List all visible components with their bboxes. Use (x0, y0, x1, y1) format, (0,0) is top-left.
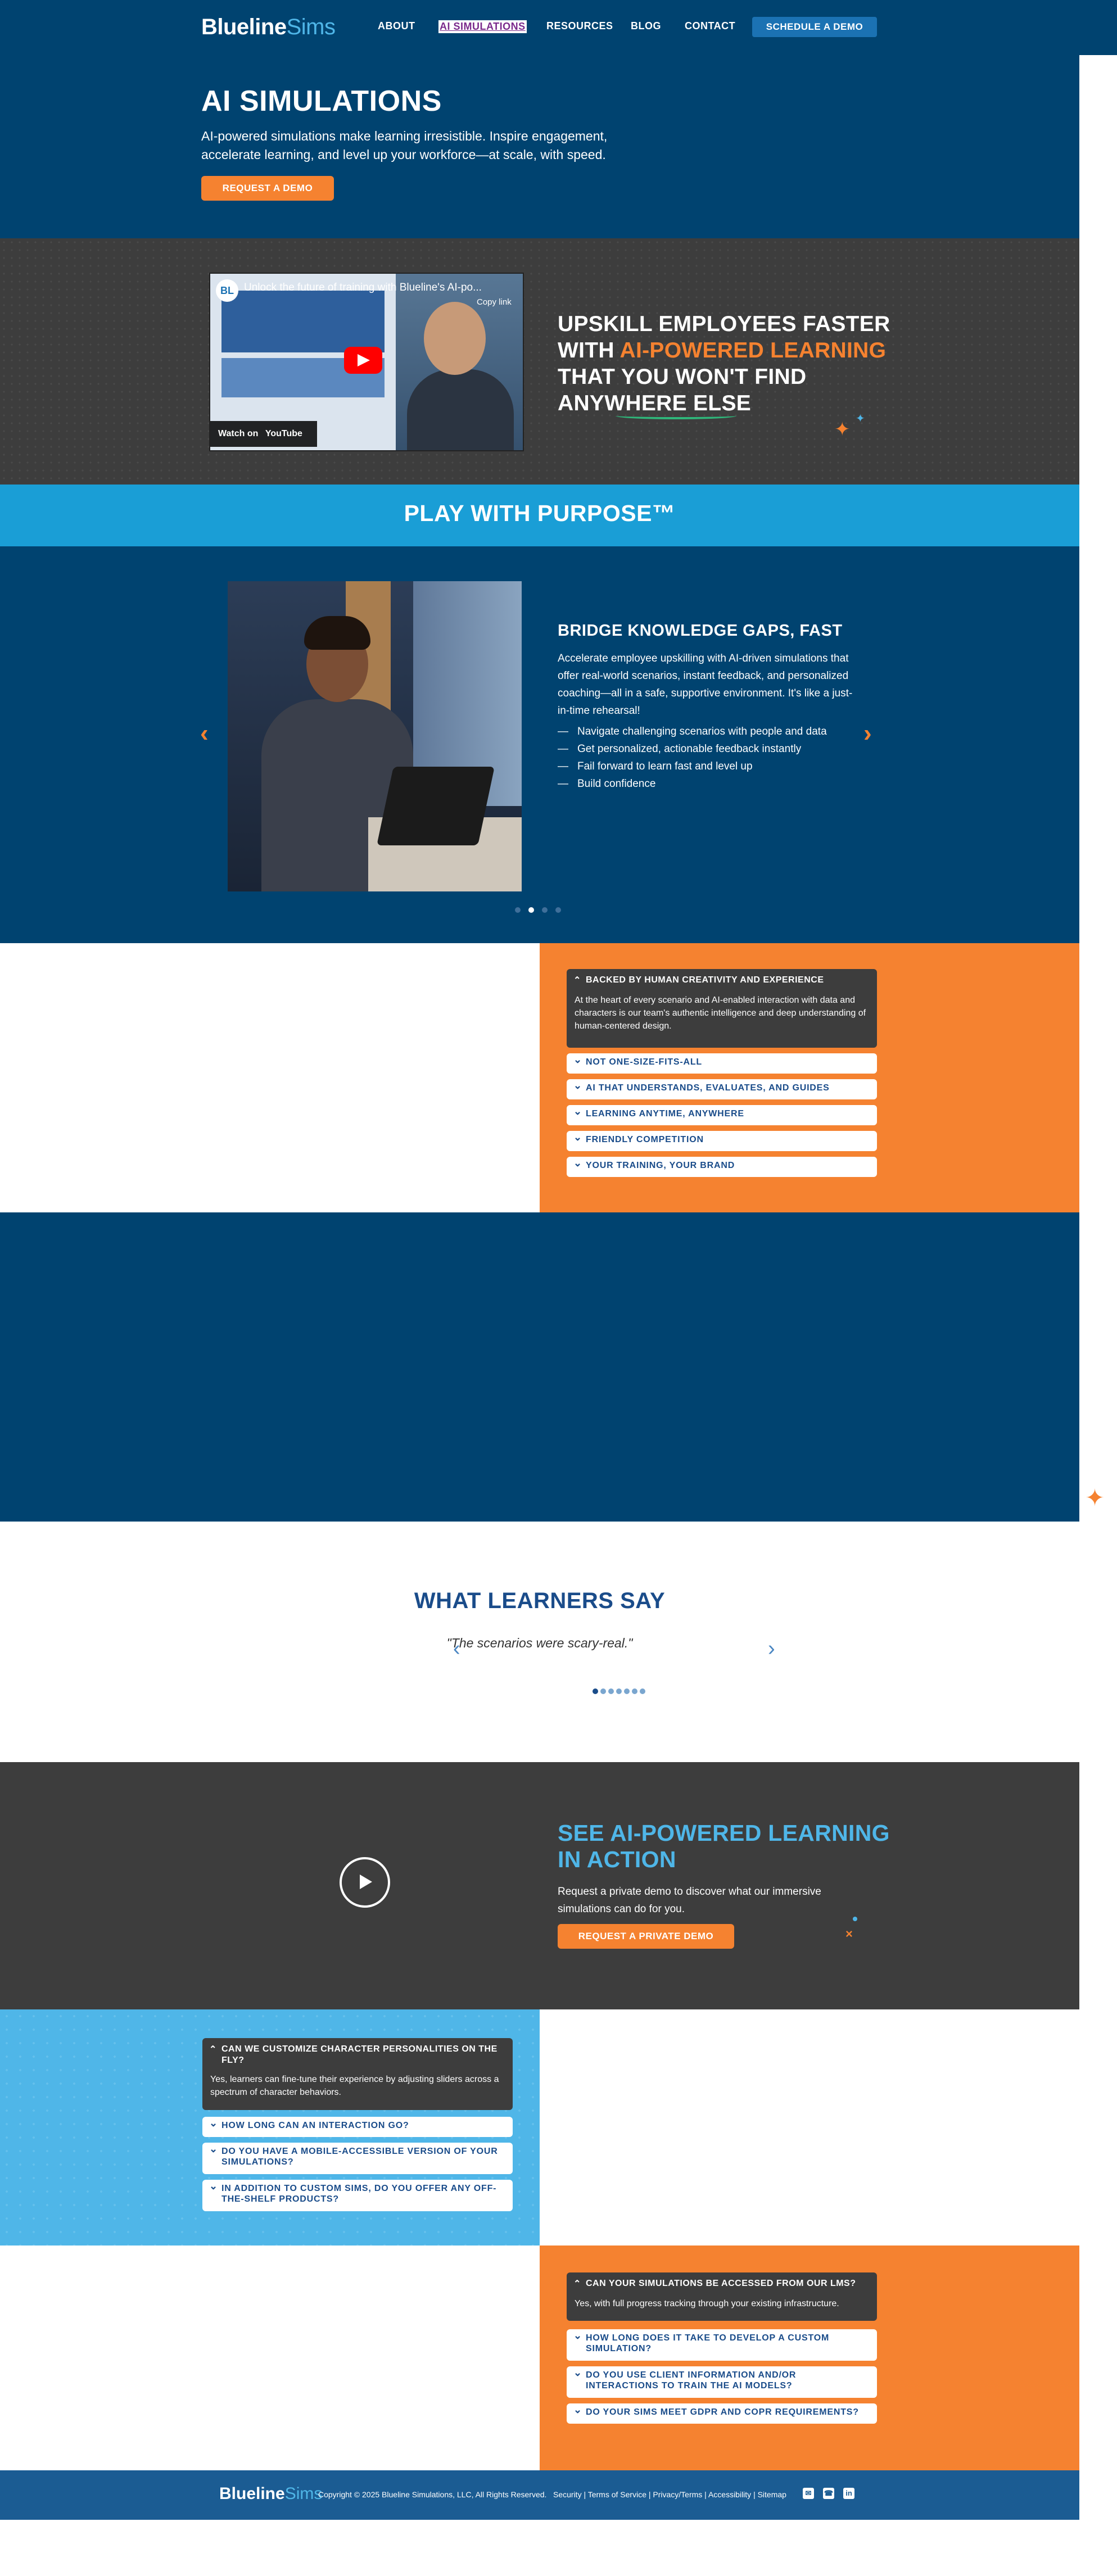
accordion-item[interactable]: FRIENDLY COMPETITION (567, 1131, 877, 1151)
footer-copyright: Copyright © 2025 Blueline Simulations, L… (318, 2490, 547, 2499)
youtube-embed[interactable]: BL Unlock the future of training with Bl… (209, 273, 524, 451)
email-icon[interactable]: ✉ (803, 2488, 814, 2499)
list-item: Get personalized, actionable feedback in… (558, 740, 861, 758)
slide-dot[interactable] (542, 907, 548, 913)
play-icon (358, 354, 370, 366)
phone-icon[interactable]: ☎ (823, 2488, 834, 2499)
slide-dot[interactable] (515, 907, 521, 913)
footer-logo[interactable]: BluelineSims (219, 2484, 322, 2503)
request-demo-button[interactable]: REQUEST A DEMO (201, 176, 334, 201)
slide-dot[interactable] (600, 1688, 606, 1694)
decorative-x-icon: × (845, 1927, 853, 1941)
channel-avatar[interactable]: BL (216, 279, 238, 302)
banner-title: PLAY WITH PURPOSE™ (404, 500, 676, 526)
nav-resources[interactable]: RESOURCES (546, 20, 613, 32)
see-in-action-section (0, 1762, 1079, 2009)
faq-panel: Yes, with full progress tracking through… (567, 2294, 877, 2321)
watch-on-youtube[interactable]: Watch on YouTube (210, 421, 317, 447)
carousel-bullet-list: Navigate challenging scenarios with peop… (558, 723, 861, 793)
empty-navy-section (0, 1212, 1079, 1522)
list-item: Navigate challenging scenarios with peop… (558, 723, 861, 740)
footer-links[interactable]: Security | Terms of Service | Privacy/Te… (553, 2490, 786, 2499)
request-private-demo-button[interactable]: REQUEST A PRIVATE DEMO (558, 1924, 734, 1949)
testimonial-quote: "The scenarios were scary-real." (446, 1636, 633, 1650)
faq-item[interactable]: DO YOU USE CLIENT INFORMATION AND/OR INT… (567, 2366, 877, 2398)
faq-item[interactable]: DO YOU HAVE A MOBILE-ACCESSIBLE VERSION … (202, 2143, 513, 2174)
accordion-item[interactable]: NOT ONE-SIZE-FITS-ALL (567, 1053, 877, 1074)
nav-blog[interactable]: BLOG (631, 20, 661, 32)
feature-carousel (0, 546, 1079, 943)
faq-header-open[interactable]: CAN YOUR SIMULATIONS BE ACCESSED FROM OU… (567, 2272, 877, 2294)
carousel-photo (228, 581, 522, 891)
sparkle-icon: ✦ (834, 419, 851, 440)
slide-dot[interactable] (616, 1688, 622, 1694)
faq-item[interactable]: HOW LONG CAN AN INTERACTION GO? (202, 2117, 513, 2137)
slide-dot[interactable] (528, 907, 534, 913)
upskill-headline: UPSKILL EMPLOYEES FASTER WITH AI-POWERED… (558, 312, 890, 415)
testimonial-next-arrow-icon[interactable]: › (768, 1637, 775, 1661)
slide-dot[interactable] (555, 907, 561, 913)
nav-contact[interactable]: CONTACT (685, 20, 735, 32)
action-title: SEE AI-POWERED LEARNING IN ACTION (558, 1820, 890, 1872)
linkedin-icon[interactable]: in (843, 2488, 854, 2499)
sparkle-icon: ✦ (856, 413, 865, 425)
accordion-item[interactable]: YOUR TRAINING, YOUR BRAND (567, 1157, 877, 1177)
testimonials-title: WHAT LEARNERS SAY (414, 1588, 666, 1613)
person-hair (304, 616, 370, 650)
video-section (0, 238, 1079, 485)
copy-link-button[interactable]: Copy link (477, 297, 512, 307)
schedule-demo-button[interactable]: SCHEDULE A DEMO (752, 17, 877, 37)
person-suit (407, 369, 514, 450)
carousel-next-arrow-icon[interactable]: › (863, 719, 872, 748)
video-thumbnail-content (221, 291, 385, 352)
brand-logo[interactable]: BluelineSims (201, 15, 336, 40)
carousel-slide-title: BRIDGE KNOWLEDGE GAPS, FAST (558, 622, 843, 640)
photo-kiosk (377, 767, 495, 845)
list-item: Fail forward to learn fast and level up (558, 758, 861, 775)
faq-header-open[interactable]: CAN WE CUSTOMIZE CHARACTER PERSONALITIES… (202, 2038, 513, 2070)
slide-dot[interactable] (608, 1688, 614, 1694)
faq-item[interactable]: HOW LONG DOES IT TAKE TO DEVELOP A CUSTO… (567, 2329, 877, 2361)
hero-subtitle: AI-powered simulations make learning irr… (201, 129, 608, 162)
faq-panel: Yes, learners can fine-tune their experi… (202, 2070, 513, 2110)
nav-ai-simulations[interactable]: AI SIMULATIONS (438, 20, 527, 33)
page-edge (1079, 55, 1117, 2576)
slide-dot[interactable] (593, 1688, 598, 1694)
slide-dot[interactable] (624, 1688, 630, 1694)
play-icon (360, 1875, 372, 1889)
carousel-slide-description: Accelerate employee upskilling with AI-d… (558, 653, 853, 717)
faq-item[interactable]: DO YOUR SIMS MEET GDPR AND COPR REQUIREM… (567, 2403, 877, 2424)
accordion-header-open[interactable]: BACKED BY HUMAN CREATIVITY AND EXPERIENC… (567, 969, 877, 990)
person-face (424, 302, 486, 375)
decorative-dot (853, 1917, 857, 1921)
accordion-item[interactable]: AI THAT UNDERSTANDS, EVALUATES, AND GUID… (567, 1079, 877, 1099)
sparkle-icon: ✦ (1085, 1484, 1105, 1511)
nav-about[interactable]: ABOUT (378, 20, 415, 32)
carousel-prev-arrow-icon[interactable]: ‹ (200, 719, 209, 748)
slide-dot[interactable] (640, 1688, 645, 1694)
action-description: Request a private demo to discover what … (558, 1886, 821, 1915)
accordion-panel: At the heart of every scenario and AI-en… (567, 990, 877, 1048)
list-item: Build confidence (558, 775, 861, 793)
faq-item[interactable]: IN ADDITION TO CUSTOM SIMS, DO YOU OFFER… (202, 2180, 513, 2211)
underline-decoration (616, 413, 736, 419)
page-title: AI SIMULATIONS (201, 85, 442, 117)
slide-dot[interactable] (632, 1688, 637, 1694)
video-title[interactable]: Unlock the future of training with Bluel… (244, 282, 482, 294)
accordion-item[interactable]: LEARNING ANYTIME, ANYWHERE (567, 1105, 877, 1125)
